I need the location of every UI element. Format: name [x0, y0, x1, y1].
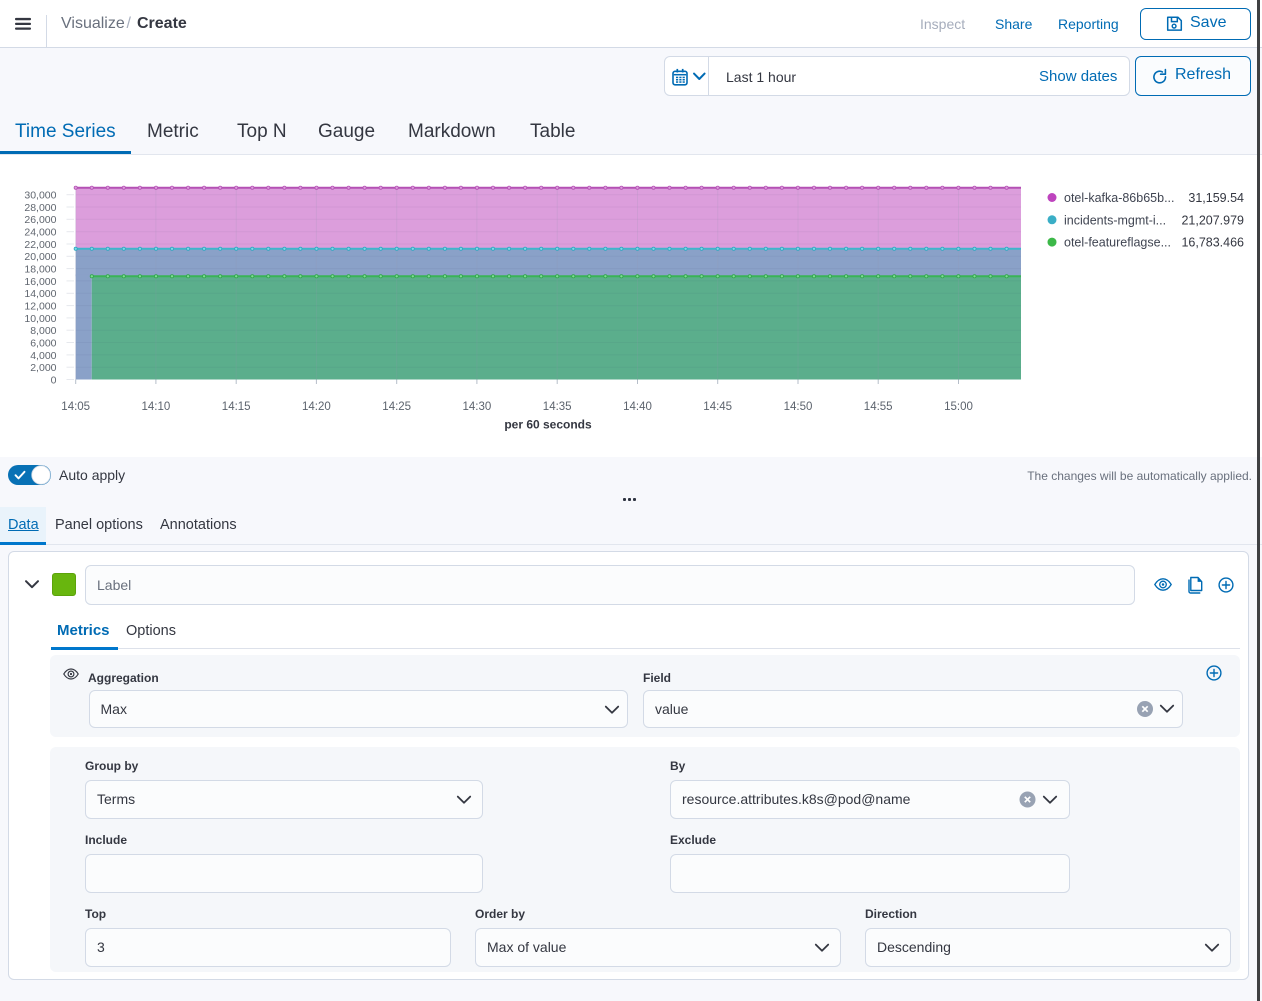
svg-text:10,000: 10,000: [24, 313, 56, 325]
svg-text:22,000: 22,000: [24, 239, 56, 251]
svg-text:16,783.466: 16,783.466: [1181, 236, 1244, 250]
svg-text:14:20: 14:20: [302, 401, 331, 413]
svg-text:2,000: 2,000: [30, 362, 56, 374]
svg-text:14:45: 14:45: [703, 401, 732, 413]
svg-text:18,000: 18,000: [24, 264, 56, 276]
svg-text:per 60 seconds: per 60 seconds: [504, 418, 592, 432]
svg-text:0: 0: [51, 374, 57, 386]
svg-text:30,000: 30,000: [24, 190, 56, 202]
svg-text:8,000: 8,000: [30, 325, 56, 337]
svg-text:14:50: 14:50: [784, 401, 813, 413]
svg-text:otel-featureflagse...: otel-featureflagse...: [1064, 236, 1171, 250]
svg-text:12,000: 12,000: [24, 301, 56, 313]
svg-text:14:40: 14:40: [623, 401, 652, 413]
svg-text:otel-kafka-86b65b...: otel-kafka-86b65b...: [1064, 191, 1175, 205]
svg-text:14:10: 14:10: [142, 401, 171, 413]
svg-text:16,000: 16,000: [24, 276, 56, 288]
svg-text:20,000: 20,000: [24, 251, 56, 263]
svg-text:21,207.979: 21,207.979: [1181, 213, 1244, 227]
svg-text:28,000: 28,000: [24, 202, 56, 214]
svg-text:14:30: 14:30: [463, 401, 492, 413]
svg-text:31,159.54: 31,159.54: [1188, 191, 1244, 205]
svg-text:6,000: 6,000: [30, 337, 56, 349]
svg-text:14:05: 14:05: [61, 401, 90, 413]
svg-text:15:00: 15:00: [944, 401, 973, 413]
svg-text:4,000: 4,000: [30, 350, 56, 362]
svg-text:14:35: 14:35: [543, 401, 572, 413]
svg-text:24,000: 24,000: [24, 227, 56, 239]
svg-text:14,000: 14,000: [24, 288, 56, 300]
svg-text:14:25: 14:25: [382, 401, 411, 413]
svg-text:incidents-mgmt-i...: incidents-mgmt-i...: [1064, 213, 1166, 227]
svg-text:26,000: 26,000: [24, 214, 56, 226]
svg-text:14:55: 14:55: [864, 401, 893, 413]
svg-text:14:15: 14:15: [222, 401, 251, 413]
